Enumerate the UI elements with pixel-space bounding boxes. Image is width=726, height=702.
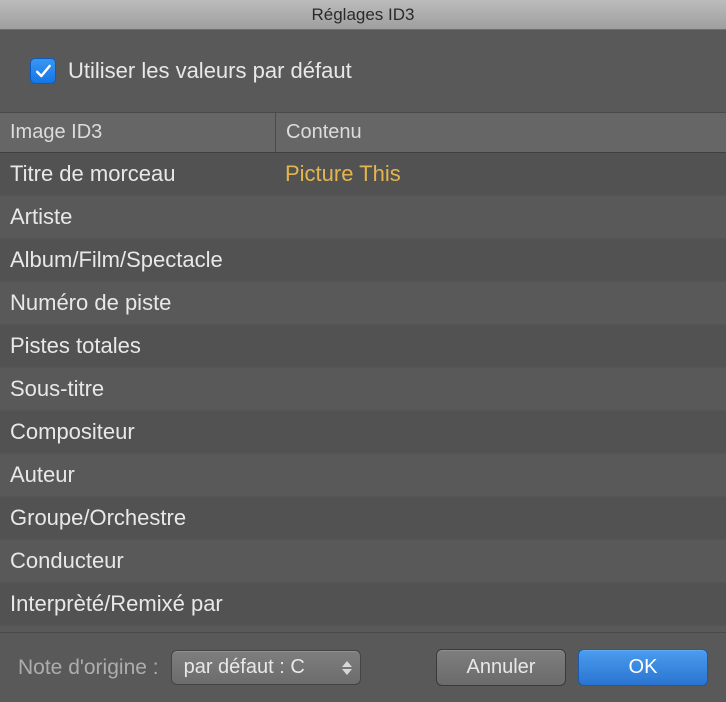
- row-label: Interprèté/Remixé par: [0, 583, 275, 625]
- row-value[interactable]: [275, 411, 726, 453]
- footer: Note d'origine : par défaut : C Annuler …: [0, 632, 726, 702]
- table-row[interactable]: Conducteur: [0, 540, 726, 583]
- row-label: Sous-titre: [0, 368, 275, 410]
- row-label: Auteur: [0, 454, 275, 496]
- row-value[interactable]: Picture This: [275, 153, 726, 195]
- row-value[interactable]: [275, 282, 726, 324]
- ok-button[interactable]: OK: [578, 649, 708, 686]
- row-label: Titre de morceau: [0, 153, 275, 195]
- table-body: Titre de morceau Picture This Artiste Al…: [0, 153, 726, 626]
- row-value[interactable]: [275, 325, 726, 367]
- row-value[interactable]: [275, 239, 726, 281]
- checkmark-icon: [33, 61, 53, 81]
- row-label: Album/Film/Spectacle: [0, 239, 275, 281]
- row-value[interactable]: [275, 196, 726, 238]
- row-value[interactable]: [275, 497, 726, 539]
- origin-note-select[interactable]: par défaut : C: [171, 650, 361, 685]
- table-row[interactable]: Interprèté/Remixé par: [0, 583, 726, 626]
- table-row[interactable]: Album/Film/Spectacle: [0, 239, 726, 282]
- row-value[interactable]: [275, 540, 726, 582]
- use-defaults-label: Utiliser les valeurs par défaut: [68, 58, 352, 84]
- window-titlebar: Réglages ID3: [0, 0, 726, 30]
- row-value[interactable]: [275, 454, 726, 496]
- row-label: Artiste: [0, 196, 275, 238]
- table-row[interactable]: Pistes totales: [0, 325, 726, 368]
- stepper-arrows-icon: [342, 661, 352, 675]
- table-row[interactable]: Titre de morceau Picture This: [0, 153, 726, 196]
- column-header-image[interactable]: Image ID3: [0, 113, 275, 152]
- row-label: Compositeur: [0, 411, 275, 453]
- use-defaults-row: Utiliser les valeurs par défaut: [0, 30, 726, 112]
- row-label: Pistes totales: [0, 325, 275, 367]
- row-label: Numéro de piste: [0, 282, 275, 324]
- row-label: Groupe/Orchestre: [0, 497, 275, 539]
- table-row[interactable]: Compositeur: [0, 411, 726, 454]
- table-row[interactable]: Artiste: [0, 196, 726, 239]
- column-header-content[interactable]: Contenu: [275, 113, 726, 152]
- origin-note-label: Note d'origine :: [18, 656, 159, 680]
- use-defaults-checkbox[interactable]: [30, 58, 56, 84]
- window-title: Réglages ID3: [311, 5, 414, 25]
- table-row[interactable]: Sous-titre: [0, 368, 726, 411]
- table-row[interactable]: Groupe/Orchestre: [0, 497, 726, 540]
- select-value: par défaut : C: [184, 656, 305, 678]
- table-row[interactable]: Auteur: [0, 454, 726, 497]
- table-header: Image ID3 Contenu: [0, 112, 726, 153]
- row-label: Conducteur: [0, 540, 275, 582]
- content-area: Utiliser les valeurs par défaut Image ID…: [0, 30, 726, 632]
- cancel-button[interactable]: Annuler: [436, 649, 566, 686]
- row-value[interactable]: [275, 583, 726, 625]
- table-row[interactable]: Numéro de piste: [0, 282, 726, 325]
- row-value[interactable]: [275, 368, 726, 410]
